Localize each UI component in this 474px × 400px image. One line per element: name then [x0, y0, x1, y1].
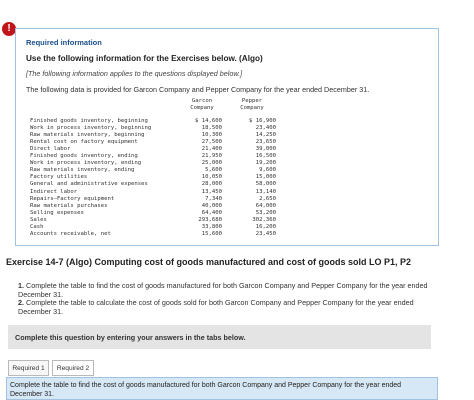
row-label: Raw materials inventory, beginning [30, 132, 145, 139]
garcon-value: 27,500 [201, 139, 222, 146]
garcon-header-line2: Company [190, 105, 214, 111]
pepper-value: 19,200 [255, 160, 276, 167]
pepper-value: 58,000 [255, 181, 276, 188]
instruction-1-text: Complete the table to find the cost of g… [18, 281, 428, 299]
instruction-2-number: 2. [18, 298, 24, 307]
garcon-column-header: Garcon Company [182, 98, 222, 112]
instruction-1-number: 1. [18, 281, 24, 290]
row-label: Factory utilities [30, 174, 88, 181]
garcon-value: 21,950 [201, 153, 222, 160]
pepper-value: 16,500 [255, 153, 276, 160]
pepper-column-header: Pepper Company [230, 98, 274, 112]
garcon-value: 28,000 [201, 181, 222, 188]
table-row: Finished goods inventory, beginning $ 14,… [30, 118, 288, 125]
row-label: Cash [30, 223, 44, 230]
table-row: Indirect labor 13,450 13,140 [30, 189, 288, 196]
table-row: Raw materials inventory, ending 5,600 9,60… [30, 167, 288, 174]
garcon-value: 293,680 [198, 216, 222, 223]
instruction-1: 1. Complete the table to find the cost o… [18, 281, 448, 299]
garcon-header-line1: Garcon [191, 98, 213, 104]
pepper-value: 2,650 [259, 195, 276, 202]
row-label: Accounts receivable, net [30, 230, 111, 237]
data-intro-text: The following data is provided for Garco… [26, 85, 370, 94]
pepper-value: 302,360 [252, 216, 276, 223]
row-label: Rental cost on factory equipment [30, 139, 138, 146]
pepper-value: 23,450 [255, 230, 276, 237]
garcon-value: 33,800 [201, 223, 222, 230]
row-label: Direct labor [30, 146, 71, 153]
garcon-value: 5,600 [205, 167, 222, 174]
garcon-value: 13,450 [201, 188, 222, 195]
instruction-2: 2. Complete the table to calculate the c… [18, 298, 448, 316]
garcon-value: 7,340 [205, 195, 222, 202]
applies-note: [The following information applies to th… [26, 69, 243, 78]
table-row: Raw materials purchases 40,000 64,000 [30, 203, 288, 210]
exercise-title: Exercise 14-7 (Algo) Computing cost of g… [6, 257, 412, 267]
row-label: General and administrative expenses [30, 181, 148, 188]
table-row: General and administrative expenses 28,00… [30, 181, 288, 188]
table-row: Factory utilities 10,050 15,000 [30, 174, 288, 181]
garcon-value: 15,600 [201, 230, 222, 237]
row-label: Raw materials purchases [30, 202, 108, 209]
tab-required-2[interactable]: Required 2 [52, 360, 94, 376]
garcon-value: $ 14,600 [195, 118, 222, 124]
complete-question-text: Complete this question by entering your … [15, 333, 246, 342]
table-row: Direct labor 21,400 39,000 [30, 146, 288, 153]
table-header: Garcon Company Pepper Company [30, 98, 288, 116]
pepper-value: 13,140 [255, 188, 276, 195]
row-label: Finished goods inventory, beginning [30, 118, 148, 124]
table-row: Raw materials inventory, beginning 10,300… [30, 132, 288, 139]
row-label: Raw materials inventory, ending [30, 167, 135, 174]
table-row: Rental cost on factory equipment 27,500 23… [30, 139, 288, 146]
garcon-value: 64,400 [201, 209, 222, 216]
pepper-value: 53,200 [255, 209, 276, 216]
pepper-value: 23,400 [255, 125, 276, 132]
pepper-value: 14,250 [255, 132, 276, 139]
table-row: Work in process inventory, ending 25,000 1… [30, 160, 288, 167]
garcon-value: 10,300 [201, 132, 222, 139]
alert-icon: ! [2, 22, 16, 36]
table-row: Accounts receivable, net 15,600 23,450 [30, 231, 288, 238]
pepper-value: 16,200 [255, 223, 276, 230]
pepper-value: 9,600 [259, 167, 276, 174]
row-label: Indirect labor [30, 188, 78, 195]
tab-panel-instruction: Complete the table to find the cost of g… [10, 382, 402, 398]
pepper-header-line1: Pepper [241, 98, 263, 104]
garcon-value: 25,000 [201, 160, 222, 167]
use-information-line: Use the following information for the Ex… [26, 54, 263, 63]
row-label: Sales [30, 216, 47, 223]
pepper-value: 15,000 [255, 174, 276, 181]
table-row: Finished goods inventory, ending 21,950 16… [30, 153, 288, 160]
row-label: Finished goods inventory, ending [30, 153, 138, 160]
pepper-header-line2: Company [240, 105, 264, 111]
required-information-heading: Required information [26, 38, 102, 47]
table-row: Sales 293,680 302,360 [30, 217, 288, 224]
row-label: Work in process inventory, beginning [30, 125, 152, 132]
garcon-value: 18,500 [201, 125, 222, 132]
row-label: Selling expenses [30, 209, 84, 216]
garcon-value: 21,400 [201, 146, 222, 153]
tab-required-1[interactable]: Required 1 [8, 360, 49, 376]
table-row: Cash 33,800 16,200 [30, 224, 288, 231]
row-label: Work in process inventory, ending [30, 160, 142, 167]
garcon-value: 10,050 [201, 174, 222, 181]
table-row: Work in process inventory, beginning 18,5… [30, 125, 288, 132]
pepper-value: 23,650 [255, 139, 276, 146]
instruction-2-text: Complete the table to calculate the cost… [18, 298, 414, 316]
pepper-value: 39,000 [255, 146, 276, 153]
pepper-value: 64,000 [255, 202, 276, 209]
table-row: Selling expenses 64,400 53,200 [30, 210, 288, 217]
table-row: Repairs—Factory equipment 7,340 2,650 [30, 196, 288, 203]
pepper-value: $ 16,900 [249, 118, 276, 124]
row-label: Repairs—Factory equipment [30, 195, 115, 202]
garcon-value: 40,000 [201, 202, 222, 209]
